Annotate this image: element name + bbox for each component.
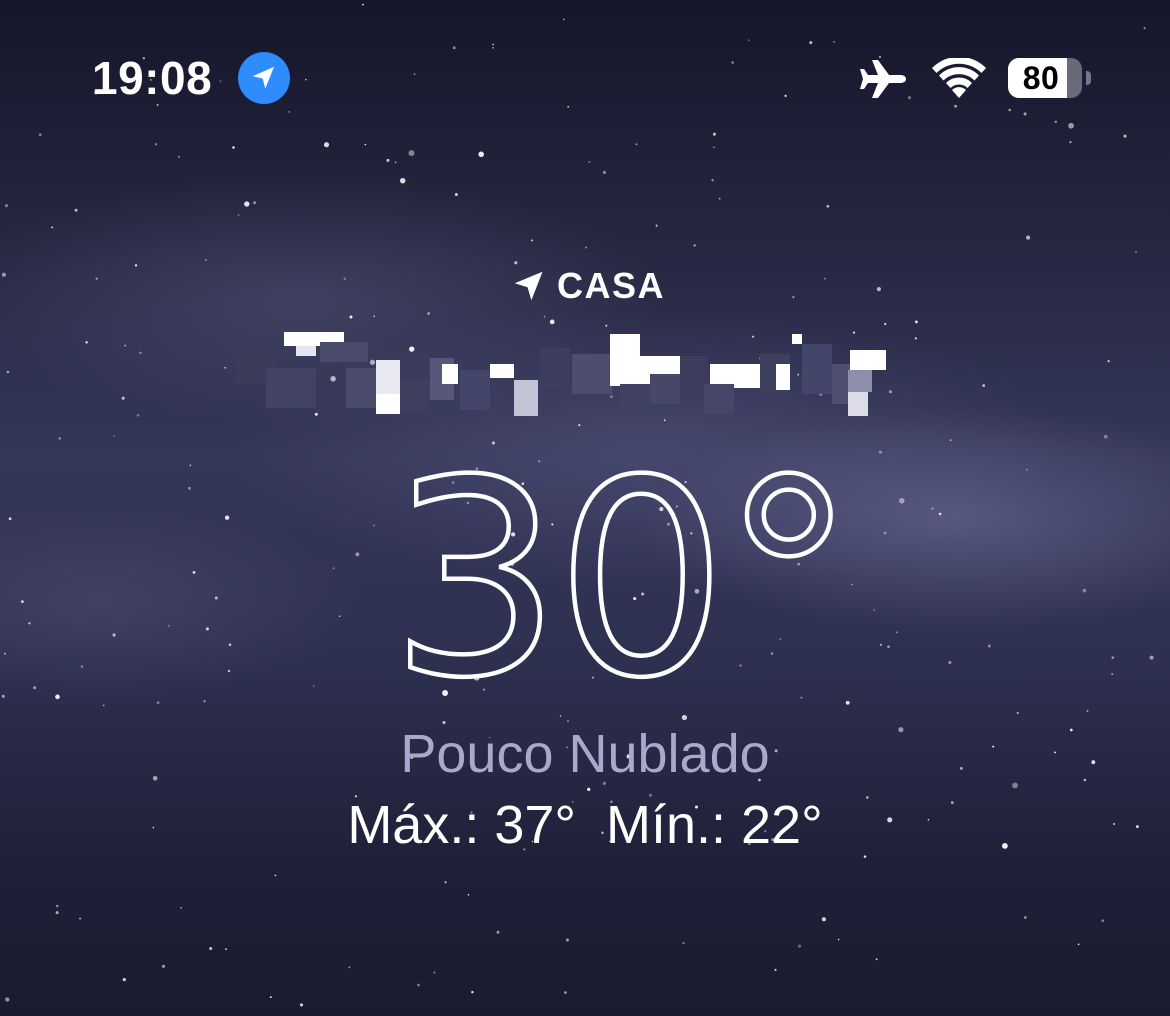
star xyxy=(531,239,534,242)
location-row: CASA xyxy=(0,264,1170,308)
star xyxy=(875,958,878,961)
star xyxy=(177,155,180,158)
star xyxy=(74,208,78,212)
location-icon xyxy=(238,52,290,104)
star xyxy=(1101,919,1105,922)
star xyxy=(821,917,827,922)
star xyxy=(1024,916,1027,919)
star xyxy=(386,158,390,162)
star xyxy=(55,911,59,915)
star xyxy=(837,938,840,941)
status-time: 19:08 xyxy=(92,52,213,104)
star xyxy=(225,948,227,950)
star xyxy=(718,197,721,200)
star xyxy=(79,917,82,920)
star xyxy=(180,906,183,909)
star xyxy=(588,160,591,164)
star xyxy=(399,177,406,184)
star xyxy=(253,201,256,205)
star xyxy=(237,214,240,216)
battery-indicator: 80 xyxy=(1008,58,1091,98)
star xyxy=(478,151,484,158)
star xyxy=(682,942,685,945)
star xyxy=(408,150,415,157)
star xyxy=(5,997,10,1002)
battery-percent: 80 xyxy=(1022,60,1060,96)
star xyxy=(1077,943,1080,946)
star xyxy=(244,201,250,207)
star xyxy=(798,944,802,948)
star xyxy=(1026,235,1031,240)
star xyxy=(4,204,9,208)
star xyxy=(444,881,447,884)
star xyxy=(711,179,714,182)
star xyxy=(299,1003,304,1007)
wifi-icon xyxy=(932,58,986,98)
star xyxy=(433,971,436,974)
star xyxy=(122,978,126,982)
star xyxy=(274,874,277,877)
star xyxy=(585,246,588,249)
star xyxy=(774,968,777,972)
star xyxy=(394,161,397,164)
weather-header: CASA 30° Pouco Nublado Máx.: 37° Mín.: 2… xyxy=(0,250,1170,870)
star xyxy=(269,996,272,999)
location-label: CASA xyxy=(556,265,665,306)
temperature-display: 30° xyxy=(405,455,835,685)
star xyxy=(209,946,213,951)
battery-nub xyxy=(1086,71,1091,85)
star xyxy=(56,904,59,908)
high-temperature: Máx.: 37° xyxy=(347,795,576,855)
star xyxy=(826,204,830,208)
star xyxy=(564,991,567,994)
star xyxy=(348,966,351,969)
star xyxy=(51,226,54,229)
status-bar: 19:08 80 xyxy=(0,0,1170,150)
star xyxy=(417,983,420,987)
star xyxy=(467,893,470,896)
star xyxy=(471,990,474,994)
low-temperature: Mín.: 22° xyxy=(606,795,823,855)
star xyxy=(693,244,696,247)
star xyxy=(602,170,606,175)
star xyxy=(454,192,458,197)
city-name-redacted xyxy=(236,324,896,420)
high-low-temperatures: Máx.: 37° Mín.: 22° xyxy=(0,793,1170,857)
location-arrow-icon xyxy=(514,271,543,301)
temperature-value: 30° xyxy=(405,455,835,685)
star xyxy=(655,224,658,227)
star xyxy=(496,930,500,934)
battery-icon: 80 xyxy=(1008,58,1082,98)
airplane-mode-icon xyxy=(860,60,906,98)
star xyxy=(161,964,166,968)
star xyxy=(565,938,569,942)
weather-condition: Pouco Nublado xyxy=(400,724,770,784)
